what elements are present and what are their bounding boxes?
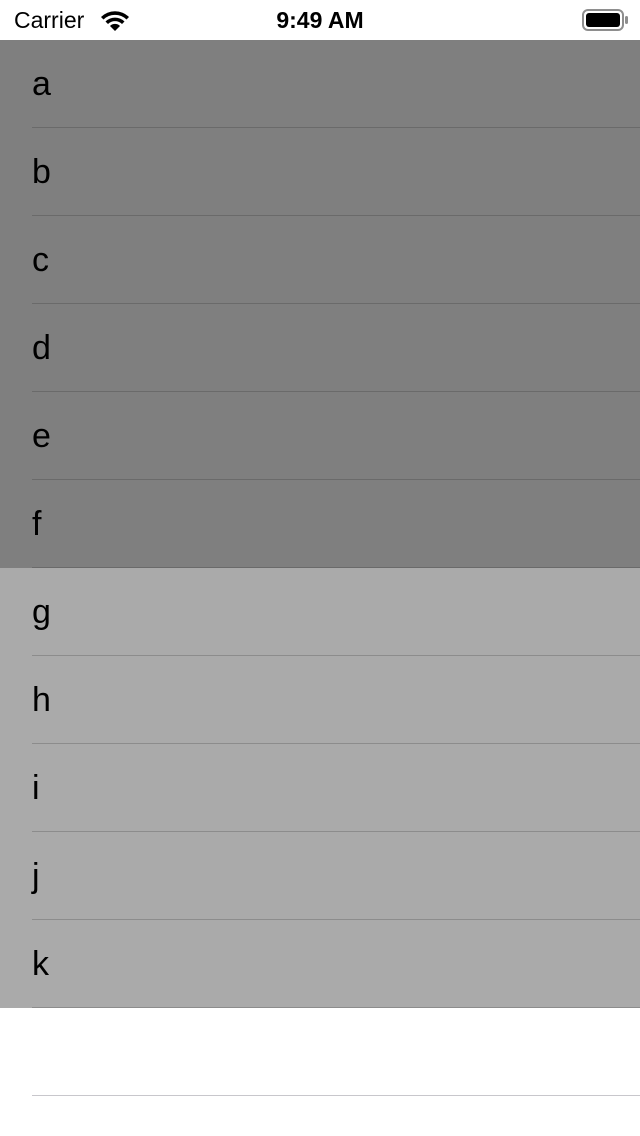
table-view[interactable]: a b c d e f g h i j k [0,40,640,1096]
row-label: j [32,857,40,895]
table-row[interactable]: d [0,304,640,392]
table-row[interactable]: h [0,656,640,744]
table-row[interactable]: i [0,744,640,832]
row-label: b [32,153,51,191]
status-bar: Carrier 9:49 AM [0,0,640,40]
row-label: i [32,769,40,807]
row-label: c [32,241,49,279]
row-separator [32,1095,640,1096]
table-row[interactable]: f [0,480,640,568]
table-row[interactable]: b [0,128,640,216]
row-label: a [32,65,51,103]
row-label: k [32,945,49,983]
row-label: e [32,417,51,455]
row-label: g [32,593,51,631]
table-row[interactable]: k [0,920,640,1008]
table-row[interactable] [0,1008,640,1096]
row-label: d [32,329,51,367]
table-row[interactable]: a [0,40,640,128]
table-row[interactable]: j [0,832,640,920]
table-row[interactable]: e [0,392,640,480]
table-row[interactable]: c [0,216,640,304]
table-row[interactable]: g [0,568,640,656]
battery-icon [582,9,628,31]
clock: 9:49 AM [276,7,364,33]
row-label: h [32,681,51,719]
row-label: f [32,505,42,543]
